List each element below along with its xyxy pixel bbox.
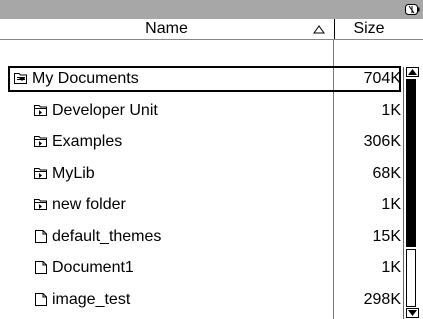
file-size: 68K: [372, 164, 401, 182]
file-name: Document1: [52, 259, 134, 276]
scroll-track[interactable]: [406, 249, 416, 307]
folder-closed-icon: [34, 199, 47, 210]
file-size: 1K: [381, 101, 401, 119]
size-column-header[interactable]: Size: [334, 19, 403, 39]
sort-ascending-icon[interactable]: [313, 25, 325, 34]
name-column-header[interactable]: Name: [0, 19, 333, 39]
file-name: Examples: [52, 133, 123, 150]
scroll-thumb[interactable]: [406, 79, 416, 247]
folder-closed-icon: [34, 104, 47, 116]
file-row[interactable]: Examples 306K: [0, 127, 403, 156]
scroll-up-arrow-icon[interactable]: [406, 67, 419, 77]
file-name: image_test: [52, 290, 131, 308]
battery-icon: [405, 4, 420, 15]
folder-closed-icon: [34, 167, 47, 179]
file-row[interactable]: new folder 1K: [0, 190, 403, 219]
column-header: Name Size: [0, 19, 423, 40]
document-icon: [35, 229, 47, 243]
file-name: Developer Unit: [52, 101, 158, 119]
file-size: 1K: [381, 259, 401, 276]
vertical-scrollbar[interactable]: [403, 67, 421, 319]
file-name: default_themes: [52, 227, 162, 245]
selection-highlight: [8, 66, 401, 92]
scroll-down-arrow-icon[interactable]: [406, 308, 419, 318]
document-icon: [35, 292, 47, 306]
file-row[interactable]: default_themes 15K: [0, 222, 403, 251]
file-size: 306K: [363, 133, 401, 150]
document-icon: [35, 261, 47, 274]
file-size: 1K: [381, 196, 401, 213]
file-row[interactable]: image_test 298K: [0, 285, 403, 314]
file-name: MyLib: [52, 164, 95, 182]
file-row[interactable]: Developer Unit 1K: [0, 96, 403, 125]
file-name: new folder: [52, 196, 126, 213]
file-row[interactable]: Document1 1K: [0, 253, 403, 282]
file-size: 298K: [363, 290, 401, 308]
file-row[interactable]: MyLib 68K: [0, 159, 403, 188]
title-bar: [0, 0, 423, 19]
file-size: 15K: [372, 227, 401, 245]
folder-closed-icon: [34, 136, 47, 147]
